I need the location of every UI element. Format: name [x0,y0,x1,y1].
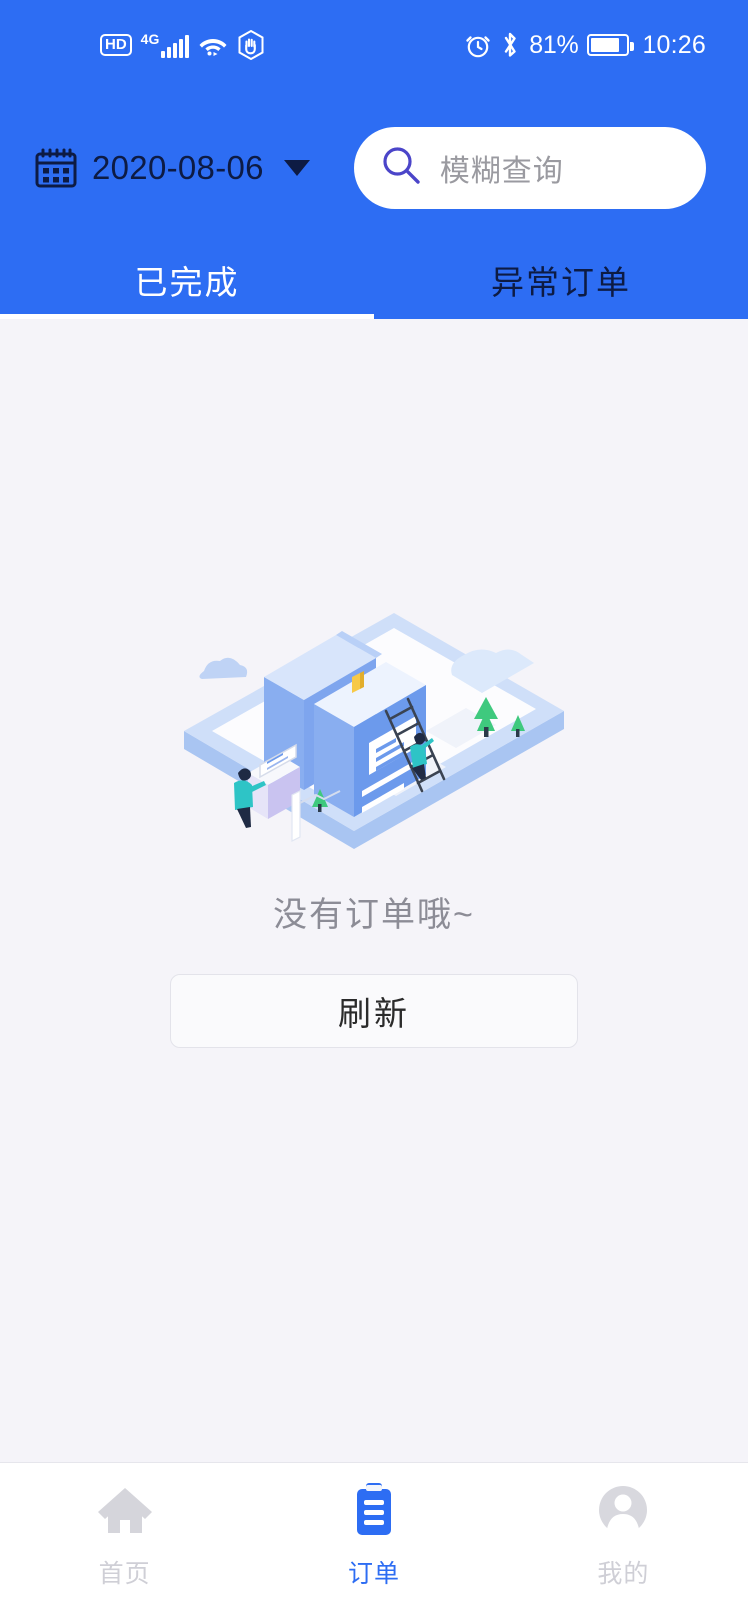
app-screen: HD 4G 81% 10:26 2020-08-06 模糊查询 已完成 异常订单… [0,0,748,1600]
nav-item-orders[interactable]: 订单 [249,1481,498,1590]
nav-item-home[interactable]: 首页 [0,1481,249,1590]
home-icon [94,1481,156,1544]
search-bar[interactable]: 模糊查询 [353,126,706,209]
battery-icon [587,34,635,56]
nav-item-home-label: 首页 [98,1560,151,1588]
chevron-down-icon [283,159,310,176]
search-input[interactable]: 模糊查询 [440,146,564,190]
calendar-icon [34,146,78,190]
bluetooth-icon [500,30,520,60]
tab-abnormal-orders[interactable]: 异常订单 [374,245,748,315]
status-bar-clock: 10:26 [642,30,706,59]
nav-item-profile-label: 我的 [597,1560,650,1588]
selected-date-label: 2020-08-06 [92,148,264,186]
status-bar-left: HD 4G [100,30,265,60]
empty-orders-isometric-illustration [164,559,584,859]
tab-bar: 已完成 异常订单 [0,245,748,319]
status-bar: HD 4G 81% 10:26 [0,0,748,90]
refresh-button[interactable]: 刷新 [170,974,578,1048]
search-icon [380,144,422,191]
nav-item-profile[interactable]: 我的 [499,1481,748,1590]
network-type-label: 4G [140,31,160,47]
bottom-navigation: 首页 订单 我的 [0,1462,748,1600]
nav-item-orders-label: 订单 [347,1560,400,1588]
refresh-button-label: 刷新 [338,995,410,1032]
user-avatar-icon [592,1481,654,1544]
wifi-icon [198,33,228,57]
hd-badge: HD [100,34,132,56]
main-content: 没有订单哦~ 刷新 [0,319,748,1462]
empty-state-text: 没有订单哦~ [273,896,475,934]
tab-completed[interactable]: 已完成 [0,245,374,319]
tab-abnormal-orders-label: 异常订单 [491,264,631,301]
date-picker[interactable]: 2020-08-06 [34,146,310,190]
status-bar-right: 81% 10:26 [465,30,706,60]
signal-bars-icon: 4G [141,32,190,58]
tab-completed-label: 已完成 [134,264,240,301]
battery-percent-label: 81% [529,30,579,59]
clipboard-icon [343,1481,405,1544]
do-not-disturb-hand-icon [237,30,265,60]
app-header: 2020-08-06 模糊查询 已完成 异常订单 [0,90,748,319]
alarm-clock-icon [465,31,491,59]
header-toolbar: 2020-08-06 模糊查询 [0,90,748,245]
